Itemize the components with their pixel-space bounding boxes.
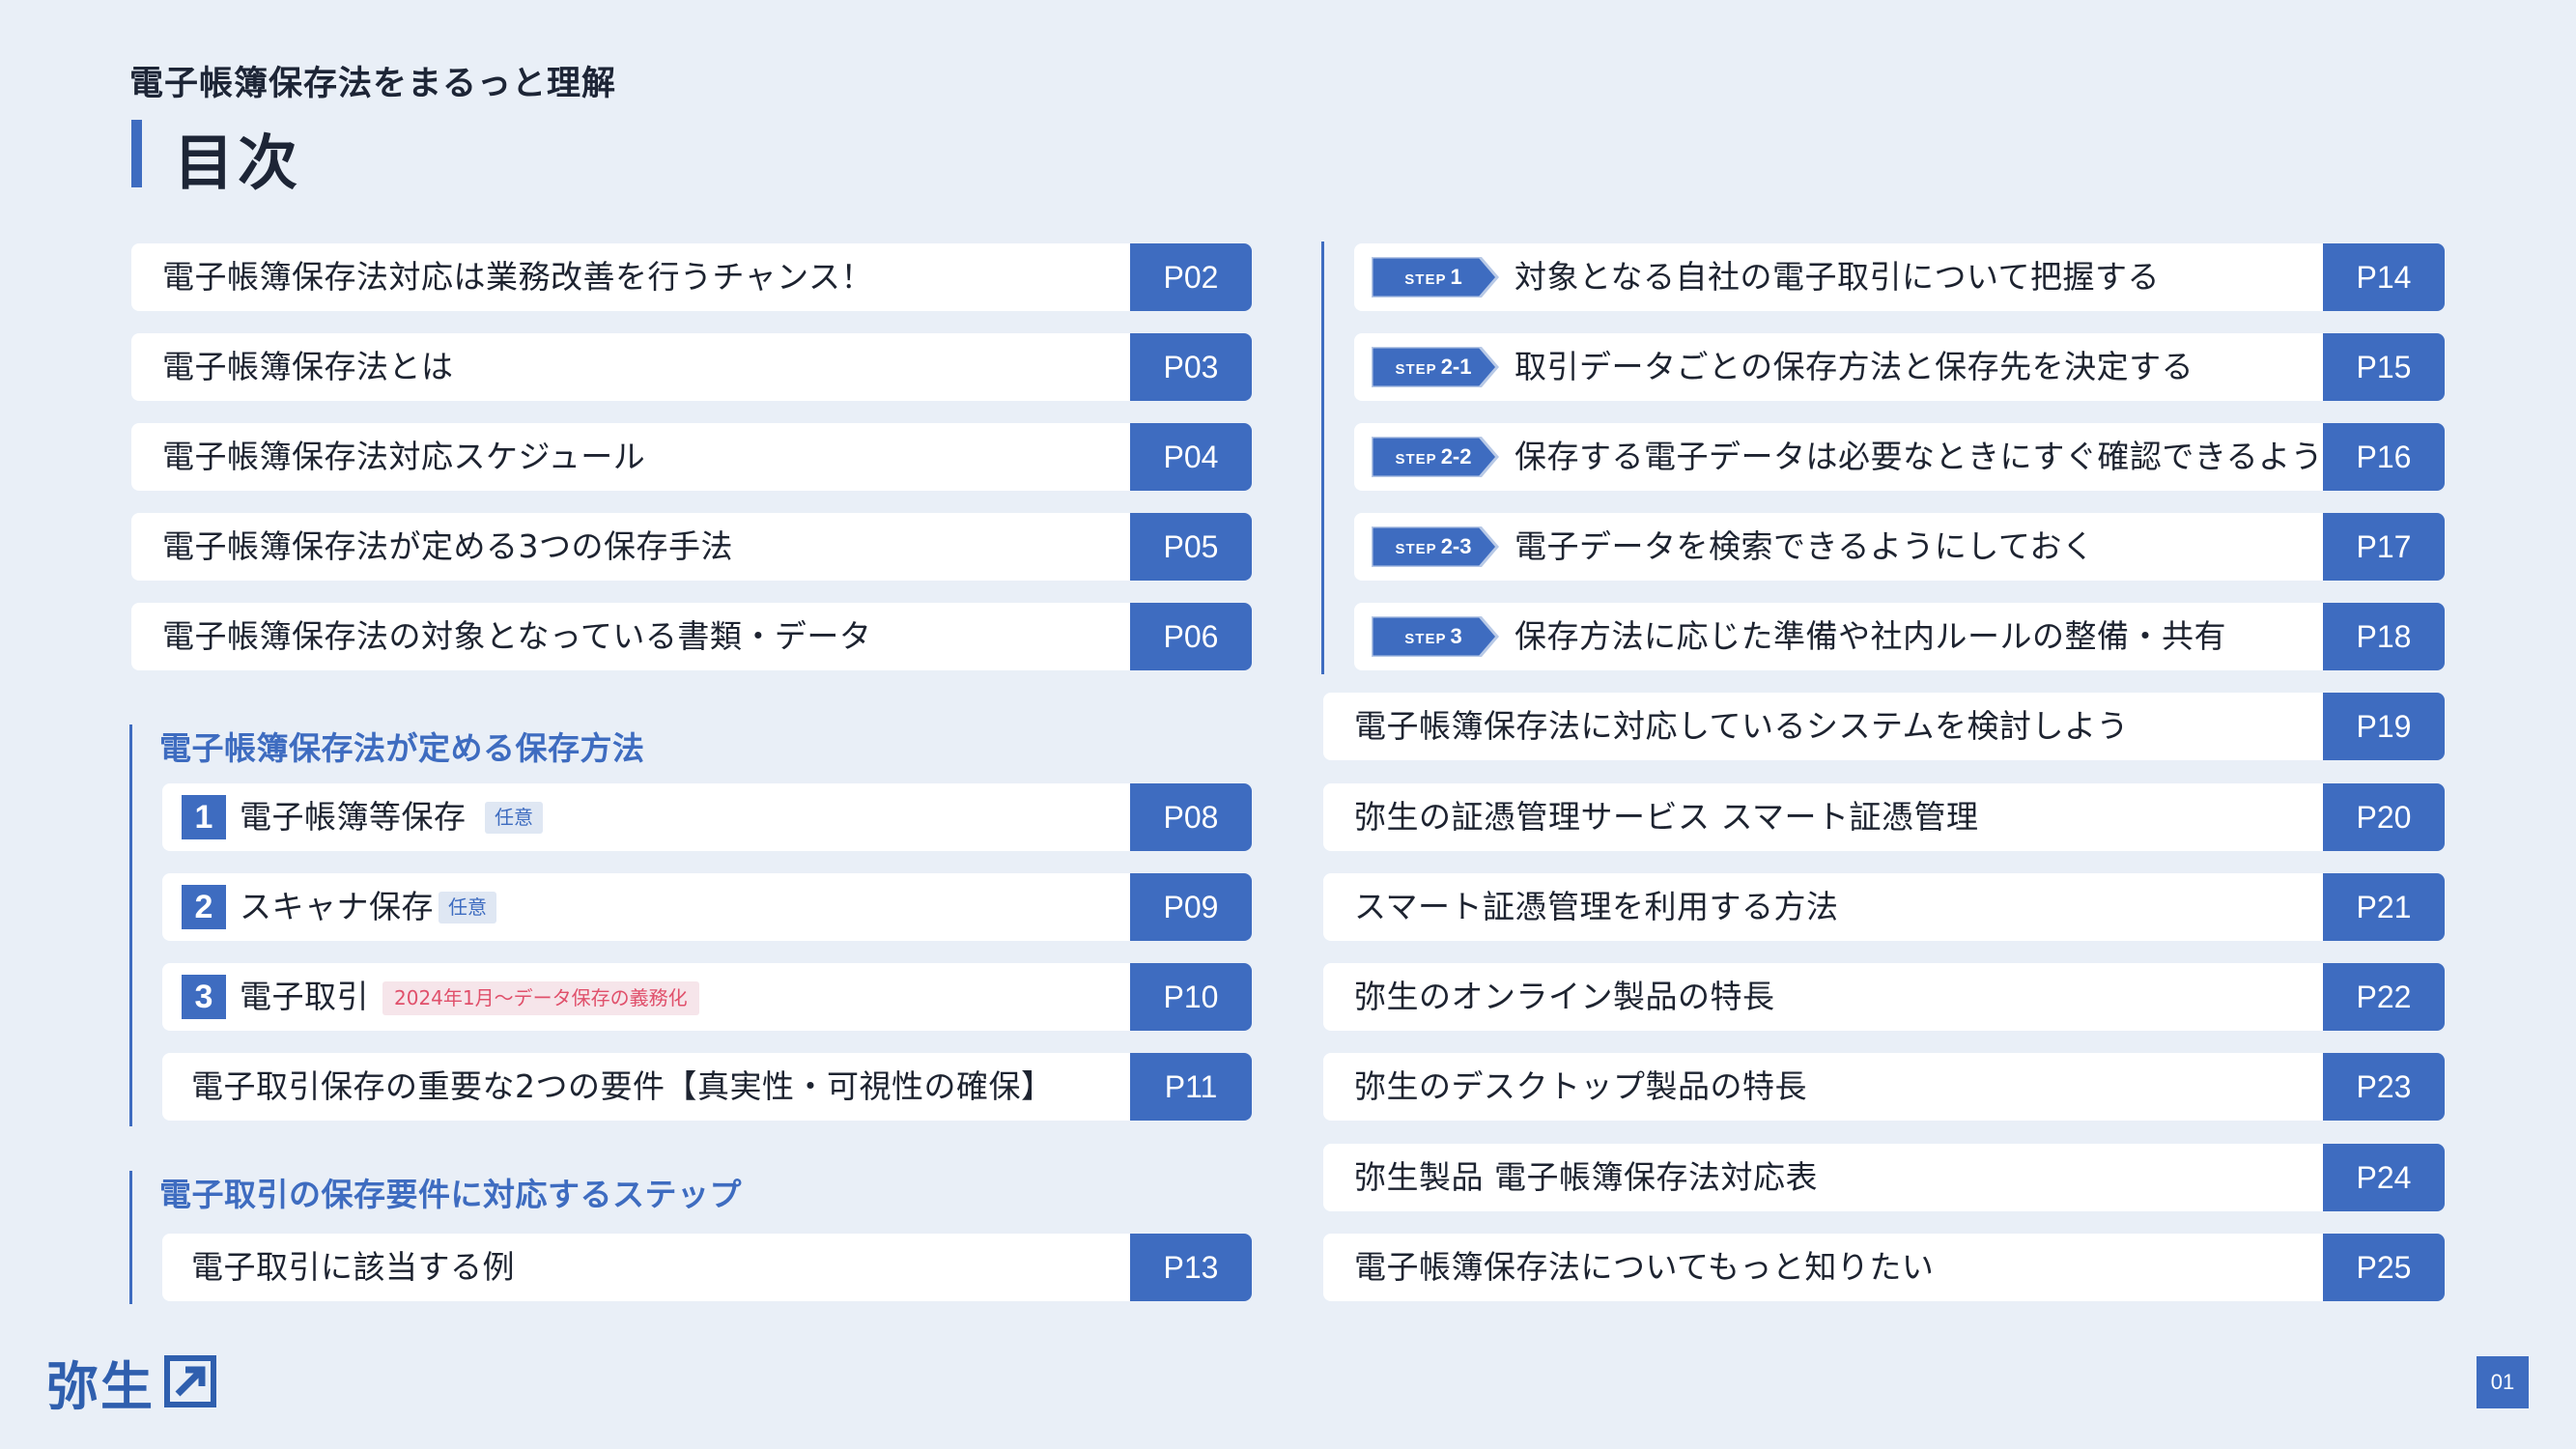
toc-row-label: 電子取引に該当する例 <box>191 1248 515 1286</box>
page-link-button[interactable]: P15 <box>2323 333 2445 401</box>
step-row-label: 電子データを検索できるようにしておく <box>1514 527 2095 565</box>
step-row[interactable]: STEP 3 保存方法に応じた準備や社内ルールの整備・共有 P18 <box>1354 603 2445 670</box>
toc-row-label: 電子帳簿等保存 <box>240 798 467 836</box>
step-arrow-badge: STEP 2-3 <box>1372 526 1499 567</box>
logo-text: 弥生 <box>46 1355 155 1417</box>
page-link-button[interactable]: P05 <box>1130 513 1252 581</box>
page-link-button[interactable]: P21 <box>2323 873 2445 941</box>
toc-row-label: 電子取引 <box>240 978 369 1015</box>
item-number-badge: 3 <box>182 975 226 1019</box>
toc-row[interactable]: 電子帳簿保存法対応スケジュール P04 <box>131 423 1252 491</box>
page-link-button[interactable]: P17 <box>2323 513 2445 581</box>
step-row[interactable]: STEP 2-2 保存する電子データは必要なときにすぐ確認できるようにする P16 <box>1354 423 2445 491</box>
page-link-button[interactable]: P14 <box>2323 243 2445 311</box>
yayoi-logo: 弥生 <box>46 1350 216 1417</box>
step-arrow-badge: STEP 2-2 <box>1372 437 1499 477</box>
page-link-button[interactable]: P10 <box>1130 963 1252 1031</box>
section-divider-line <box>129 1171 132 1304</box>
toc-row-label: 電子帳簿保存法についてもっと知りたい <box>1354 1248 1935 1286</box>
item-number-badge: 2 <box>182 885 226 929</box>
step-row[interactable]: STEP 2-1 取引データごとの保存方法と保存先を決定する P15 <box>1354 333 2445 401</box>
toc-row[interactable]: 電子帳簿保存法が定める3つの保存手法 P05 <box>131 513 1252 581</box>
toc-row[interactable]: 弥生の証憑管理サービス スマート証憑管理 P20 <box>1323 783 2445 851</box>
step-row-label: 対象となる自社の電子取引について把握する <box>1514 258 2161 296</box>
step-row[interactable]: STEP 2-3 電子データを検索できるようにしておく P17 <box>1354 513 2445 581</box>
step-arrow-badge: STEP 1 <box>1372 257 1499 298</box>
toc-row-label: 弥生製品 電子帳簿保存法対応表 <box>1354 1158 1818 1196</box>
section-heading: 電子帳簿保存法が定める保存方法 <box>159 729 645 767</box>
page-link-button[interactable]: P23 <box>2323 1053 2445 1121</box>
section-heading: 電子取引の保存要件に対応するステップ <box>159 1176 742 1213</box>
toc-row-label: 電子取引保存の重要な2つの要件【真実性・可視性の確保】 <box>191 1067 1054 1105</box>
item-number-badge: 1 <box>182 795 226 839</box>
page-link-button[interactable]: P08 <box>1130 783 1252 851</box>
toc-row[interactable]: 電子取引に該当する例 P13 <box>162 1234 1252 1301</box>
page-link-button[interactable]: P22 <box>2323 963 2445 1031</box>
toc-row-label: 弥生の証憑管理サービス スマート証憑管理 <box>1354 798 1979 836</box>
toc-row[interactable]: 1 電子帳簿等保存 任意 P08 <box>162 783 1252 851</box>
page-link-button[interactable]: P16 <box>2323 423 2445 491</box>
toc-row[interactable]: スマート証憑管理を利用する方法 P21 <box>1323 873 2445 941</box>
page-link-button[interactable]: P09 <box>1130 873 1252 941</box>
toc-row[interactable]: 弥生のオンライン製品の特長 P22 <box>1323 963 2445 1031</box>
step-arrow-badge: STEP 2-1 <box>1372 347 1499 387</box>
step-arrow-badge: STEP 3 <box>1372 616 1499 657</box>
page-link-button[interactable]: P13 <box>1130 1234 1252 1301</box>
toc-row-label: 弥生のデスクトップ製品の特長 <box>1354 1067 1807 1105</box>
arrow-up-right-icon <box>164 1355 216 1407</box>
toc-row-label: 電子帳簿保存法が定める3つの保存手法 <box>162 527 733 565</box>
toc-row[interactable]: 電子取引保存の重要な2つの要件【真実性・可視性の確保】 P11 <box>162 1053 1252 1121</box>
step-row-label: 取引データごとの保存方法と保存先を決定する <box>1514 348 2194 385</box>
toc-row-label: 電子帳簿保存法とは <box>162 348 454 385</box>
page-link-button[interactable]: P25 <box>2323 1234 2445 1301</box>
toc-row[interactable]: 電子帳簿保存法についてもっと知りたい P25 <box>1323 1234 2445 1301</box>
toc-row[interactable]: 2 スキャナ保存 任意 P09 <box>162 873 1252 941</box>
page-number: 01 <box>2477 1356 2529 1408</box>
page-link-button[interactable]: P20 <box>2323 783 2445 851</box>
toc-row-label: スマート証憑管理を利用する方法 <box>1354 888 1839 925</box>
page-link-button[interactable]: P03 <box>1130 333 1252 401</box>
page-link-button[interactable]: P06 <box>1130 603 1252 670</box>
toc-row[interactable]: 電子帳簿保存法に対応しているシステムを検討しよう P19 <box>1323 693 2445 760</box>
section-divider-line <box>129 724 132 1126</box>
title-accent-bar <box>131 120 142 187</box>
toc-row-label: 電子帳簿保存法に対応しているシステムを検討しよう <box>1354 707 2130 745</box>
steps-divider-line <box>1321 242 1324 674</box>
page-link-button[interactable]: P24 <box>2323 1144 2445 1211</box>
toc-row-label: スキャナ保存 <box>240 888 434 925</box>
toc-row-label: 電子帳簿保存法対応スケジュール <box>162 438 646 475</box>
toc-row-label: 電子帳簿保存法対応は業務改善を行うチャンス！ <box>162 258 874 296</box>
toc-row[interactable]: 電子帳簿保存法対応は業務改善を行うチャンス！ P02 <box>131 243 1252 311</box>
step-row-label: 保存方法に応じた準備や社内ルールの整備・共有 <box>1514 617 2226 655</box>
toc-row-label: 電子帳簿保存法の対象となっている書類・データ <box>162 617 872 655</box>
toc-row[interactable]: 電子帳簿保存法とは P03 <box>131 333 1252 401</box>
step-row-label: 保存する電子データは必要なときにすぐ確認できるようにする <box>1514 438 2420 475</box>
toc-row[interactable]: 電子帳簿保存法の対象となっている書類・データ P06 <box>131 603 1252 670</box>
toc-row[interactable]: 弥生のデスクトップ製品の特長 P23 <box>1323 1053 2445 1121</box>
page-link-button[interactable]: P19 <box>2323 693 2445 760</box>
step-row[interactable]: STEP 1 対象となる自社の電子取引について把握する P14 <box>1354 243 2445 311</box>
toc-row[interactable]: 3 電子取引 2024年1月〜データ保存の義務化 P10 <box>162 963 1252 1031</box>
page-link-button[interactable]: P02 <box>1130 243 1252 311</box>
page-link-button[interactable]: P04 <box>1130 423 1252 491</box>
mandatory-tag: 2024年1月〜データ保存の義務化 <box>382 981 699 1015</box>
document-subtitle: 電子帳簿保存法をまるっと理解 <box>129 65 617 103</box>
page-title: 目次 <box>174 128 302 198</box>
optional-tag: 任意 <box>439 892 496 923</box>
page-link-button[interactable]: P11 <box>1130 1053 1252 1121</box>
toc-row[interactable]: 弥生製品 電子帳簿保存法対応表 P24 <box>1323 1144 2445 1211</box>
toc-row-label: 弥生のオンライン製品の特長 <box>1354 978 1775 1015</box>
page-link-button[interactable]: P18 <box>2323 603 2445 670</box>
optional-tag: 任意 <box>485 802 543 834</box>
